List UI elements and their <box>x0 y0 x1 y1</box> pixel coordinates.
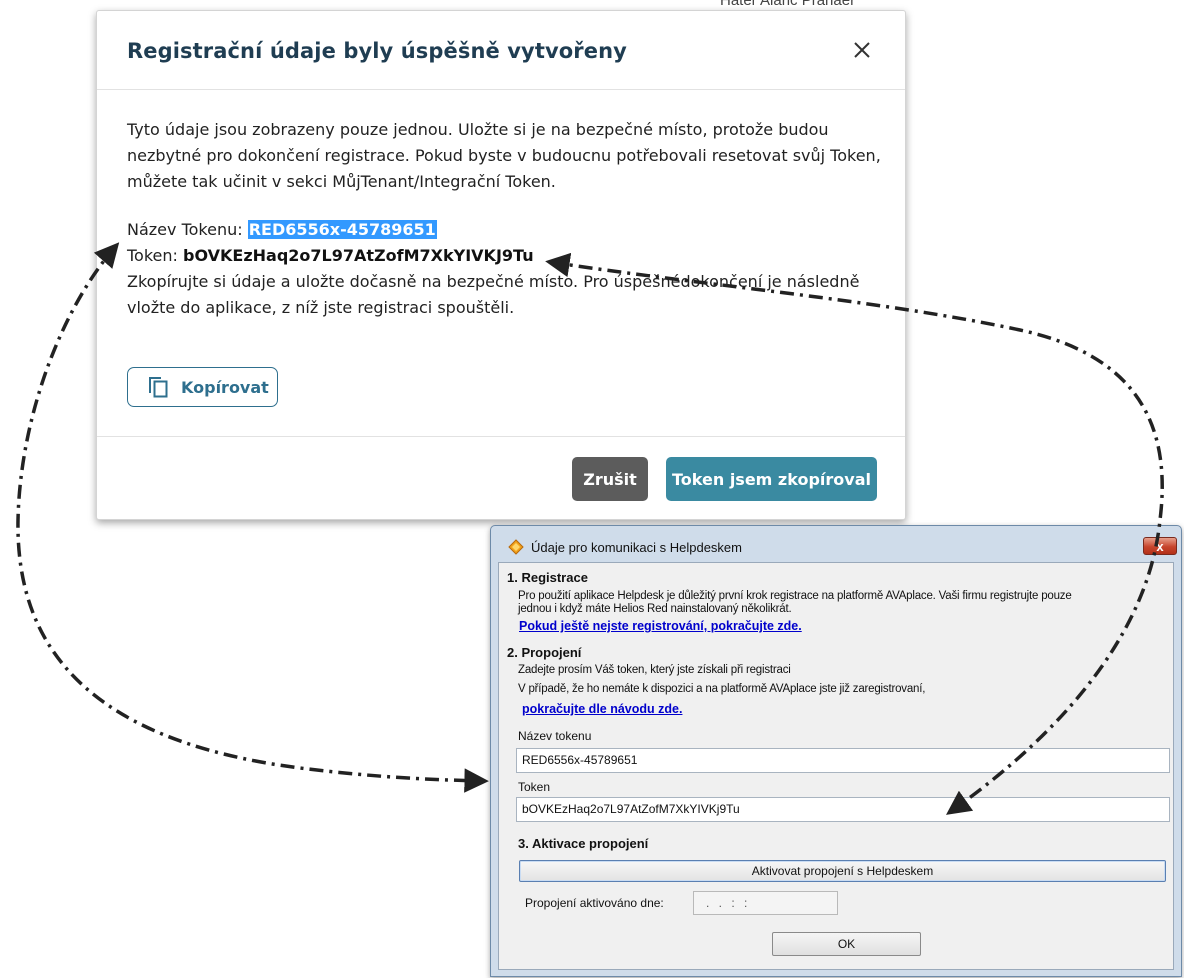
section-connection-heading: 2. Propojení <box>507 645 582 660</box>
guide-link[interactable]: pokračujte dle návodu zde. <box>522 702 682 716</box>
section-registration-text-1: Pro použití aplikace Helpdesk je důležit… <box>518 590 1072 602</box>
token-name-row: Název Tokenu: RED6556x-45789651 <box>127 217 887 243</box>
modal-title: Registrační údaje byly úspěšně vytvořeny <box>127 39 627 63</box>
copy-button-label: Kopírovat <box>181 377 269 397</box>
token-input[interactable]: bOVKEzHaq2o7L97AtZofM7XkYIVKj9Tu <box>516 797 1170 822</box>
section-connection-text-2: V případě, že ho nemáte k dispozici a na… <box>518 683 926 695</box>
token-row: Token: bOVKEzHaq2o7L97AtZofM7XkYIVKJ9Tu <box>127 243 887 269</box>
modal-footer-divider <box>97 436 905 437</box>
token-name-field-label: Název tokenu <box>518 729 592 743</box>
modal-intro-text: Tyto údaje jsou zobrazeny pouze jednou. … <box>127 120 881 191</box>
activation-date-label: Propojení aktivováno dne: <box>525 896 664 910</box>
close-icon[interactable] <box>849 37 875 63</box>
app-icon <box>508 539 524 555</box>
token-name-input[interactable]: RED6556x-45789651 <box>516 748 1170 773</box>
token-name-label: Název Tokenu: <box>127 220 248 239</box>
window-client-area: 1. Registrace Pro použití aplikace Helpd… <box>498 562 1174 970</box>
background-text-fragment: Hater Alaric Pranaer <box>720 0 856 9</box>
token-copied-button[interactable]: Token jsem zkopíroval <box>666 457 877 501</box>
token-name-value[interactable]: RED6556x-45789651 <box>247 220 437 239</box>
section-activation-heading: 3. Aktivace propojení <box>518 836 649 851</box>
window-titlebar: Údaje pro komunikaci s Helpdeskem x <box>491 526 1181 560</box>
token-details: Název Tokenu: RED6556x-45789651 Token: b… <box>127 217 887 269</box>
ok-button[interactable]: OK <box>772 932 921 956</box>
modal-body: Tyto údaje jsou zobrazeny pouze jednou. … <box>127 117 887 321</box>
copy-instructions: Zkopírujte si údaje a uložte dočasně na … <box>127 272 860 317</box>
window-title: Údaje pro komunikaci s Helpdeskem <box>531 540 742 555</box>
registration-link[interactable]: Pokud ještě nejste registrování, pokraču… <box>519 619 802 633</box>
helpdesk-dialog-window: Údaje pro komunikaci s Helpdeskem x 1. R… <box>490 525 1182 977</box>
section-registration-heading: 1. Registrace <box>507 570 588 585</box>
window-close-button[interactable]: x <box>1143 537 1177 555</box>
token-value[interactable]: bOVKEzHaq2o7L97AtZofM7XkYIVKJ9Tu <box>183 246 534 265</box>
token-label: Token: <box>127 246 183 265</box>
copy-button[interactable]: Kopírovat <box>127 367 278 407</box>
modal-header: Registrační údaje byly úspěšně vytvořeny <box>97 11 905 90</box>
activate-connection-button[interactable]: Aktivovat propojení s Helpdeskem <box>519 860 1166 882</box>
activation-date-field: . . : : <box>693 891 838 915</box>
copy-icon <box>149 377 168 398</box>
cancel-button[interactable]: Zrušit <box>572 457 648 501</box>
registration-success-modal: Registrační údaje byly úspěšně vytvořeny… <box>96 10 906 520</box>
section-registration-text-2: jednou i když máte Helios Red nainstalov… <box>518 603 792 615</box>
section-connection-text-1: Zadejte prosím Váš token, který jste zís… <box>518 664 791 676</box>
token-field-label: Token <box>518 780 551 794</box>
